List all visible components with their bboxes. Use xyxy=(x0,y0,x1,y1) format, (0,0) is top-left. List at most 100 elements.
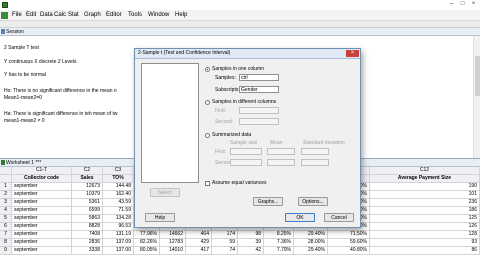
menu-editor[interactable]: Editor xyxy=(106,12,122,19)
column-name-header[interactable]: TO% xyxy=(103,175,134,183)
first-std-dev-field[interactable] xyxy=(301,148,329,155)
table-cell[interactable]: 82.26% xyxy=(134,239,160,247)
table-cell[interactable]: september xyxy=(12,239,72,247)
column-name-header[interactable]: Collector code xyxy=(12,175,72,183)
table-cell[interactable]: 28.00% xyxy=(294,239,328,247)
column-name-header[interactable] xyxy=(0,175,12,183)
table-cell[interactable]: 7.36% xyxy=(264,239,294,247)
radio-samples-different-columns[interactable] xyxy=(205,100,210,105)
table-cell[interactable]: 174 xyxy=(212,231,238,239)
table-cell[interactable]: 93 xyxy=(370,239,480,247)
table-cell[interactable]: 10379 xyxy=(72,191,103,199)
column-id-header[interactable]: C2 xyxy=(72,167,103,175)
cancel-button[interactable]: Cancel xyxy=(324,213,354,222)
table-cell[interactable]: 464 xyxy=(186,231,212,239)
menu-window[interactable]: Window xyxy=(148,12,169,19)
column-id-header[interactable] xyxy=(0,167,12,175)
table-cell[interactable]: 137.09 xyxy=(103,239,134,247)
menu-calc[interactable]: Calc xyxy=(54,12,66,19)
table-cell[interactable]: 7.70% xyxy=(264,247,294,255)
row-number[interactable]: 1 xyxy=(0,183,12,191)
table-cell[interactable]: 137.00 xyxy=(103,247,134,255)
row-number[interactable]: 4 xyxy=(0,207,12,215)
row-number[interactable]: 5 xyxy=(0,215,12,223)
table-cell[interactable]: 190 xyxy=(370,183,480,191)
table-cell[interactable]: 96.53 xyxy=(103,223,134,231)
table-cell[interactable]: 42 xyxy=(238,247,264,255)
row-number[interactable]: 2 xyxy=(0,191,12,199)
first-field[interactable] xyxy=(239,107,279,114)
dialog-close-icon[interactable]: × xyxy=(346,50,359,57)
second-std-dev-field[interactable] xyxy=(301,159,329,166)
table-cell[interactable]: 101 xyxy=(370,191,480,199)
row-number[interactable]: 3 xyxy=(0,199,12,207)
row-number[interactable]: 9 xyxy=(0,247,12,255)
table-cell[interactable]: 6599 xyxy=(72,207,103,215)
table-cell[interactable]: 429 xyxy=(186,239,212,247)
options-button[interactable]: Options... xyxy=(298,197,328,206)
table-cell[interactable]: 186 xyxy=(370,207,480,215)
table-cell[interactable]: 14010 xyxy=(160,247,186,255)
table-cell[interactable]: 144.48 xyxy=(103,183,134,191)
table-cell[interactable]: 12673 xyxy=(72,183,103,191)
table-cell[interactable]: 128 xyxy=(370,231,480,239)
help-button[interactable]: Help xyxy=(145,213,175,222)
select-button[interactable]: Select xyxy=(150,188,180,197)
menu-graph[interactable]: Graph xyxy=(84,12,101,19)
table-cell[interactable]: 86 xyxy=(370,247,480,255)
radio-samples-one-column[interactable] xyxy=(205,67,210,72)
table-cell[interactable]: 5361 xyxy=(72,199,103,207)
column-name-header[interactable]: Average Payment Size xyxy=(370,175,480,183)
table-cell[interactable]: 3338 xyxy=(72,247,103,255)
table-cell[interactable]: 77.96% xyxy=(134,231,160,239)
table-cell[interactable]: 29.40% xyxy=(294,247,328,255)
table-cell[interactable]: 80.05% xyxy=(134,247,160,255)
menu-data[interactable]: Data xyxy=(40,12,53,19)
table-cell[interactable]: 2836 xyxy=(72,239,103,247)
table-cell[interactable]: 12783 xyxy=(160,239,186,247)
session-scrollbar[interactable] xyxy=(473,36,480,158)
table-cell[interactable]: 8828 xyxy=(72,223,103,231)
table-cell[interactable]: september xyxy=(12,207,72,215)
menu-file[interactable]: File xyxy=(12,12,22,19)
table-cell[interactable]: 98 xyxy=(238,231,264,239)
column-id-header[interactable]: C1-T xyxy=(12,167,72,175)
second-sample-size-field[interactable] xyxy=(230,159,262,166)
menu-tools[interactable]: Tools xyxy=(128,12,142,19)
minimize-icon[interactable]: – xyxy=(447,1,456,8)
table-cell[interactable]: 8.25% xyxy=(264,231,294,239)
table-cell[interactable]: september xyxy=(12,231,72,239)
maximize-icon[interactable]: □ xyxy=(458,1,467,8)
row-number[interactable]: 7 xyxy=(0,231,12,239)
subscripts-field[interactable]: Gender xyxy=(239,86,279,93)
second-field[interactable] xyxy=(239,118,279,125)
table-cell[interactable]: 59 xyxy=(212,239,238,247)
table-cell[interactable]: 131.19 xyxy=(103,231,134,239)
column-id-header[interactable]: C12 xyxy=(370,167,480,175)
table-cell[interactable]: 39 xyxy=(238,239,264,247)
samples-field[interactable]: ctrl xyxy=(239,74,279,81)
table-cell[interactable]: september xyxy=(12,199,72,207)
worksheet-menu-icon[interactable] xyxy=(1,12,8,19)
assume-equal-variances-checkbox[interactable] xyxy=(205,181,210,186)
menu-edit[interactable]: Edit xyxy=(26,12,36,19)
table-cell[interactable]: 14662 xyxy=(160,231,186,239)
first-mean-field[interactable] xyxy=(267,148,295,155)
graphs-button[interactable]: Graphs... xyxy=(253,197,283,206)
table-cell[interactable]: 162.40 xyxy=(103,191,134,199)
table-cell[interactable]: september xyxy=(12,183,72,191)
table-cell[interactable]: 74 xyxy=(212,247,238,255)
table-cell[interactable]: 134.28 xyxy=(103,215,134,223)
table-cell[interactable]: september xyxy=(12,191,72,199)
table-cell[interactable]: 40.80% xyxy=(328,247,370,255)
second-mean-field[interactable] xyxy=(267,159,295,166)
table-cell[interactable]: 236 xyxy=(370,199,480,207)
menu-stat[interactable]: Stat xyxy=(68,12,79,19)
table-cell[interactable]: 417 xyxy=(186,247,212,255)
table-cell[interactable]: 126 xyxy=(370,223,480,231)
ok-button[interactable]: OK xyxy=(285,213,315,222)
menu-help[interactable]: Help xyxy=(175,12,187,19)
row-number[interactable]: 6 xyxy=(0,223,12,231)
table-cell[interactable]: september xyxy=(12,223,72,231)
first-sample-size-field[interactable] xyxy=(230,148,262,155)
